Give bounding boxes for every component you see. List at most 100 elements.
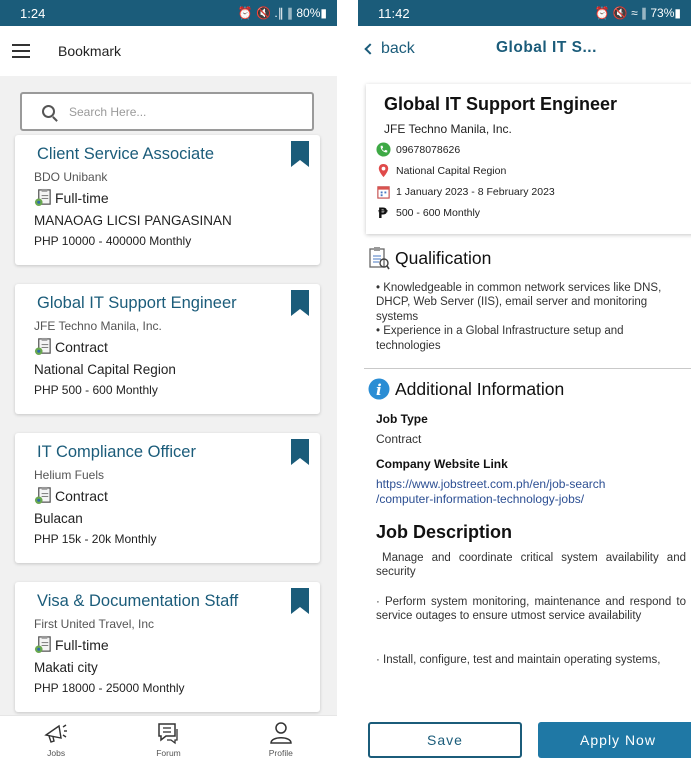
nav-jobs-label: Jobs	[47, 748, 66, 758]
phone-number: 09678078626	[396, 143, 461, 156]
job-salary: PHP 18000 - 25000 Monthly	[34, 681, 185, 695]
peso-icon: ₱	[378, 206, 388, 220]
job-type-label: Full-time	[55, 189, 109, 206]
checklist-icon	[369, 247, 390, 270]
search-icon	[42, 105, 55, 118]
clipboard-icon	[34, 188, 51, 207]
nav-forum-label: Forum	[156, 748, 181, 758]
job-salary: 500 - 600 Monthly	[396, 206, 481, 219]
svg-text:₱: ₱	[378, 206, 388, 220]
job-title: IT Compliance Officer	[37, 443, 196, 461]
job-description-paragraph: · Install, configure, test and maintain …	[376, 654, 661, 666]
job-location: Makati city	[34, 660, 98, 675]
additional-info-title: Additional Information	[395, 378, 565, 399]
profile-icon	[270, 722, 292, 744]
search-input[interactable]: Search Here...	[20, 92, 314, 131]
job-company: First United Travel, Inc	[34, 617, 155, 631]
nav-profile-label: Profile	[268, 748, 293, 758]
job-title: Client Service Associate	[37, 145, 214, 163]
job-salary: PHP 15k - 20k Monthly	[34, 532, 157, 546]
job-location: National Capital Region	[396, 164, 507, 177]
phone-row[interactable]: 09678078626	[375, 142, 691, 157]
status-icons: ⏰ 🔇 ≈ ∥ 73%▮	[594, 6, 681, 20]
job-location: National Capital Region	[34, 362, 176, 377]
job-type-value: Contract	[376, 432, 422, 446]
nav-forum[interactable]: Forum	[128, 716, 208, 770]
job-detail-screen: 11:42 ⏰ 🔇 ≈ ∥ 73%▮ back Global IT S... G…	[358, 0, 691, 770]
location-pin-icon	[378, 163, 389, 178]
website-label: Company Website Link	[376, 457, 508, 471]
save-button[interactable]: Save	[368, 722, 522, 758]
job-card[interactable]: Global IT Support Engineer JFE Techno Ma…	[15, 284, 320, 414]
job-card[interactable]: Client Service Associate BDO Unibank Ful…	[15, 135, 320, 265]
status-bar: 1:24 ⏰ 🔇 .∥ ∥ 80%▮	[0, 0, 337, 26]
clipboard-icon	[34, 337, 51, 356]
nav-profile[interactable]: Profile	[241, 716, 321, 770]
location-row: National Capital Region	[375, 163, 691, 178]
job-company: JFE Techno Manila, Inc.	[34, 319, 162, 333]
qualification-heading: Qualification	[368, 246, 491, 270]
clipboard-icon	[34, 486, 51, 505]
job-type: Contract	[34, 486, 320, 505]
job-title: Visa & Documentation Staff	[37, 592, 239, 610]
job-summary-card: Global IT Support Engineer JFE Techno Ma…	[366, 84, 691, 234]
job-card[interactable]: IT Compliance Officer Helium Fuels Contr…	[15, 433, 320, 563]
back-button[interactable]: back	[364, 40, 415, 58]
calendar-icon	[377, 186, 390, 199]
job-location: Bulacan	[34, 511, 83, 526]
page-title: Bookmark	[58, 43, 122, 59]
menu-icon[interactable]	[12, 44, 30, 58]
bookmark-icon[interactable]	[291, 588, 309, 614]
job-title: Global IT Support Engineer	[384, 94, 618, 114]
bookmark-screen: 1:24 ⏰ 🔇 .∥ ∥ 80%▮ Bookmark Search Here.…	[0, 0, 337, 770]
job-description-paragraph: Manage and coordinate critical system av…	[376, 552, 686, 579]
job-description-heading: Job Description	[376, 522, 513, 542]
page-title: Global IT S...	[496, 39, 597, 56]
job-type: Contract	[34, 337, 320, 356]
job-dates: 1 January 2023 - 8 February 2023	[396, 185, 555, 198]
divider	[364, 368, 691, 369]
additional-info-heading: i Additional Information	[368, 378, 564, 400]
job-type: Full-time	[34, 188, 320, 207]
job-title: Global IT Support Engineer	[37, 294, 237, 312]
app-bar: back Global IT S...	[358, 26, 691, 72]
action-bar: Save Apply Now	[358, 700, 691, 770]
app-bar: Bookmark	[0, 26, 337, 76]
svg-text:i: i	[376, 381, 382, 399]
job-type-label: Job Type	[376, 412, 428, 426]
chevron-left-icon	[364, 43, 376, 55]
job-description-paragraph: · Perform system monitoring, maintenance…	[376, 596, 686, 623]
job-type-label: Contract	[55, 487, 108, 504]
info-icon: i	[368, 378, 390, 400]
clipboard-icon	[34, 635, 51, 654]
job-company: BDO Unibank	[34, 170, 108, 184]
status-time: 11:42	[378, 5, 410, 21]
job-card[interactable]: Visa & Documentation Staff First United …	[15, 582, 320, 712]
qualification-text: • Knowledgeable in common network servic…	[376, 282, 662, 352]
salary-row: ₱ 500 - 600 Monthly	[375, 205, 691, 220]
back-label: back	[381, 40, 415, 57]
status-time: 1:24	[20, 5, 46, 21]
bookmark-list[interactable]: Search Here... Client Service Associate …	[0, 76, 337, 715]
bookmark-icon[interactable]	[291, 141, 309, 167]
date-row: 1 January 2023 - 8 February 2023	[375, 184, 691, 199]
bookmark-icon[interactable]	[291, 439, 309, 465]
nav-jobs[interactable]: Jobs	[16, 716, 96, 770]
job-type-label: Contract	[55, 338, 108, 355]
megaphone-icon	[44, 724, 68, 743]
job-type-label: Full-time	[55, 636, 109, 653]
job-location: MANAOAG LICSI PANGASINAN	[34, 213, 232, 228]
bookmark-icon[interactable]	[291, 290, 309, 316]
bottom-nav: Jobs Forum Profile	[0, 715, 337, 770]
job-company: Helium Fuels	[34, 468, 105, 482]
job-salary: PHP 10000 - 400000 Monthly	[34, 234, 192, 248]
chat-icon	[158, 723, 179, 745]
apply-now-button[interactable]: Apply Now	[538, 722, 691, 758]
status-icons: ⏰ 🔇 .∥ ∥ 80%▮	[237, 6, 327, 20]
website-link[interactable]: https://www.jobstreet.com.ph/en/job-sear…	[376, 477, 605, 507]
job-salary: PHP 500 - 600 Monthly	[34, 383, 158, 397]
search-placeholder: Search Here...	[69, 104, 147, 119]
qualification-title: Qualification	[395, 247, 492, 268]
status-bar: 11:42 ⏰ 🔇 ≈ ∥ 73%▮	[358, 0, 691, 26]
phone-icon	[376, 142, 391, 157]
